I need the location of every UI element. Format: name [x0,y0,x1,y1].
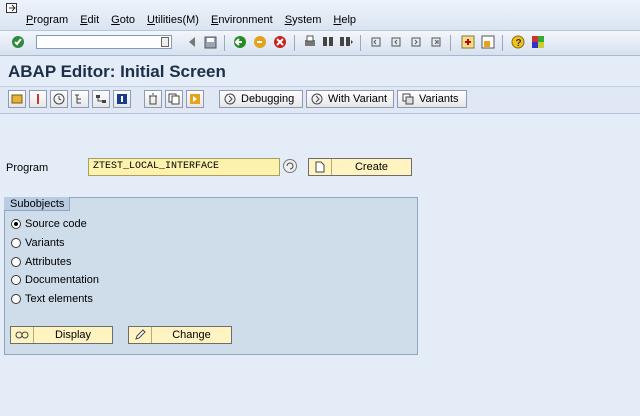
radio-button[interactable] [11,275,21,285]
find-next-icon[interactable] [338,34,354,50]
prev-page-icon[interactable] [388,34,404,50]
create-button[interactable]: Create [308,158,412,176]
radio-label: Attributes [25,256,72,268]
change-button[interactable]: Change [128,326,232,344]
debugging-label: Debugging [241,93,295,105]
page-title: ABAP Editor: Initial Screen [8,62,226,81]
radio-label: Source code [25,218,87,230]
find-icon[interactable] [320,34,336,50]
menu-utilities[interactable]: Utilities(M) [141,14,205,26]
exit-icon[interactable] [252,34,268,50]
radio-documentation[interactable]: Documentation [11,274,99,286]
radio-label: Variants [25,237,65,249]
print-icon[interactable] [302,34,318,50]
copy-icon[interactable] [165,90,183,108]
radio-label: Documentation [25,274,99,286]
subobjects-title: Subobjects [4,197,70,211]
enter-icon[interactable] [10,34,26,50]
first-page-icon[interactable] [368,34,384,50]
menu-system[interactable]: System [279,14,328,26]
next-page-icon[interactable] [408,34,424,50]
program-input[interactable]: ZTEST_LOCAL_INTERFACE [88,158,280,176]
command-dropdown-icon[interactable] [161,37,169,47]
with-variant-button[interactable]: With Variant [306,90,394,108]
delete-icon[interactable] [144,90,162,108]
info-icon[interactable] [113,90,131,108]
activate-icon[interactable] [50,90,68,108]
variants-button[interactable]: Variants [397,90,467,108]
save-icon[interactable] [202,34,218,50]
menu-program[interactable]: Program [20,14,74,26]
radio-button-selected[interactable] [11,219,21,229]
display-label: Display [54,329,92,341]
radio-variants[interactable]: Variants [11,237,65,249]
create-icon [309,159,332,175]
menu: Program Edit Goto Utilities(M) Environme… [20,14,362,26]
standard-toolbar: ? [0,31,640,56]
create-label: Create [354,161,389,173]
menu-goto[interactable]: Goto [105,14,141,26]
system-menu-icon[interactable] [6,3,18,14]
menu-help[interactable]: Help [327,14,362,26]
create-session-icon[interactable] [460,34,476,50]
debugging-button[interactable]: Debugging [219,90,303,108]
variants-label: Variants [419,93,459,105]
radio-label: Text elements [25,293,93,305]
history-back-icon[interactable] [184,34,200,50]
shortcut-icon[interactable] [480,34,496,50]
menu-bar: Program Edit Goto Utilities(M) Environme… [0,0,640,31]
program-label: Program [6,162,49,174]
with-variant-icon [311,93,323,105]
check-syntax-icon[interactable] [29,90,47,108]
other-object-icon[interactable] [8,90,26,108]
cancel-icon[interactable] [272,34,288,50]
layout-icon[interactable] [530,34,546,50]
pencil-icon [129,327,152,343]
radio-button[interactable] [11,294,21,304]
last-page-icon[interactable] [428,34,444,50]
command-field[interactable] [36,35,172,49]
display-button[interactable]: Display [10,326,113,344]
where-used-icon[interactable] [71,90,89,108]
with-variant-label: With Variant [328,93,388,105]
radio-source-code[interactable]: Source code [11,218,87,230]
help-icon[interactable]: ? [510,34,526,50]
radio-attributes[interactable]: Attributes [11,256,71,268]
back-icon[interactable] [232,34,248,50]
radio-text-elements[interactable]: Text elements [11,293,93,305]
menu-edit[interactable]: Edit [74,14,105,26]
debugging-icon [224,93,236,105]
status-bar [0,395,640,416]
radio-button[interactable] [11,238,21,248]
execute-icon[interactable] [186,90,204,108]
variants-icon [402,93,414,105]
application-toolbar: Debugging With Variant Variants [0,86,640,114]
glasses-icon [11,327,34,343]
change-label: Change [172,329,211,341]
radio-button[interactable] [11,257,21,267]
menu-environment[interactable]: Environment [205,14,279,26]
f4-help-icon[interactable] [283,159,297,173]
svg-text:?: ? [516,38,522,49]
object-list-icon[interactable] [92,90,110,108]
